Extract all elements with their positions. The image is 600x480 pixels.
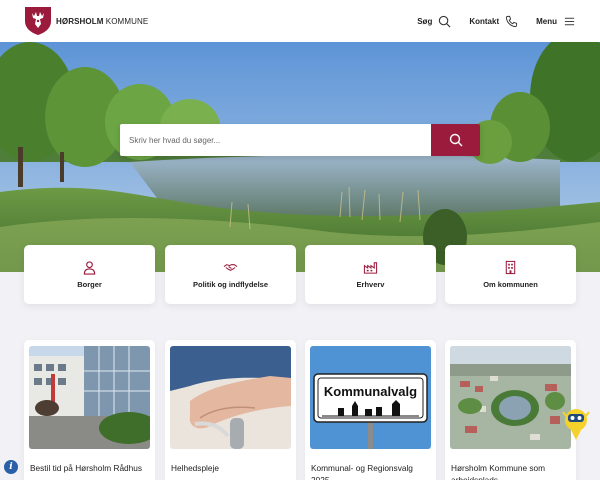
quick-link-label: Borger xyxy=(77,280,102,289)
search-button[interactable] xyxy=(431,124,480,156)
news-card-image xyxy=(29,346,150,449)
person-icon xyxy=(83,261,96,275)
search-icon xyxy=(439,15,451,27)
phone-icon xyxy=(506,15,518,27)
quick-link-politik[interactable]: Politik og indflydelse xyxy=(165,245,296,304)
news-card-raadhus[interactable]: Bestil tid på Hørsholm Rådhus xyxy=(24,340,155,480)
quick-link-label: Politik og indflydelse xyxy=(192,280,268,289)
coat-of-arms-icon xyxy=(25,7,51,35)
nav-search-label: Søg xyxy=(417,16,433,26)
news-card-title: Kommunal- og Regionsvalg 2025 xyxy=(311,463,413,480)
news-card-image xyxy=(170,346,291,449)
handshake-icon xyxy=(223,264,238,271)
hamburger-icon xyxy=(564,17,575,25)
info-icon[interactable]: i xyxy=(4,460,18,474)
hero-image xyxy=(0,42,600,272)
quick-link-label: Om kommunen xyxy=(483,280,538,289)
news-card-title: Helhedspleje xyxy=(171,463,219,473)
nav-contact[interactable]: Kontakt xyxy=(469,15,518,28)
news-card-helhedspleje[interactable]: Helhedspleje xyxy=(165,340,296,480)
nav-contact-label: Kontakt xyxy=(469,16,500,26)
news-card-valg[interactable]: Kommunalvalg Kommunal- og Regionsvalg 20… xyxy=(305,340,436,480)
quick-link-label: Erhverv xyxy=(356,280,385,289)
factory-icon xyxy=(363,262,378,274)
search-icon xyxy=(449,133,462,147)
news-card-arbejdsplads[interactable]: Hørsholm Kommune som arbejdsplads xyxy=(445,340,576,480)
news-card-title: Bestil tid på Hørsholm Rådhus xyxy=(30,463,143,473)
nav-search[interactable]: Søg xyxy=(417,15,451,28)
chatbot-mascot-icon[interactable] xyxy=(562,404,590,444)
quick-link-om-kommunen[interactable]: Om kommunen xyxy=(445,245,576,304)
site-header: HØRSHOLM KOMMUNE Søg Kontakt Menu xyxy=(0,0,600,42)
election-sign-text: Kommunalvalg xyxy=(324,384,417,399)
news-card-image xyxy=(450,346,571,449)
logo-wordmark: HØRSHOLM KOMMUNE xyxy=(56,16,149,26)
quick-link-erhverv[interactable]: Erhverv xyxy=(305,245,436,304)
quick-link-borger[interactable]: Borger xyxy=(24,245,155,304)
nav-menu[interactable]: Menu xyxy=(536,15,576,28)
search-input[interactable] xyxy=(120,124,431,156)
search-bar xyxy=(120,124,480,156)
nav-menu-label: Menu xyxy=(536,16,557,26)
news-card-title: Hørsholm Kommune som arbejdsplads xyxy=(451,463,546,480)
main-nav: Søg Kontakt Menu xyxy=(417,15,576,28)
news-card-image: Kommunalvalg xyxy=(310,346,431,449)
site-logo[interactable]: HØRSHOLM KOMMUNE xyxy=(24,6,148,36)
building-icon xyxy=(505,260,516,275)
